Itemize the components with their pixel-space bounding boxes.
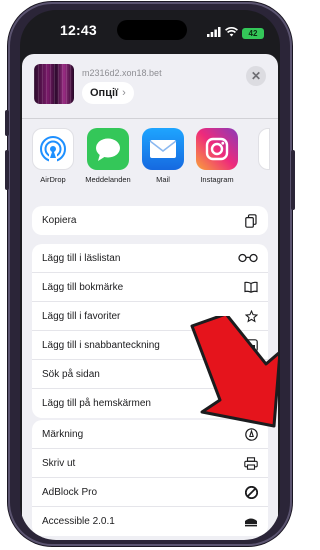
action-adblock-pro[interactable]: AdBlock Pro bbox=[32, 478, 268, 507]
glasses-icon bbox=[238, 251, 258, 265]
status-time: 12:43 bbox=[60, 22, 97, 38]
action-copy[interactable]: Kopiera bbox=[32, 206, 268, 235]
action-label: Lägg till i favoriter bbox=[42, 310, 121, 322]
app-label: Mail bbox=[156, 175, 170, 184]
app-messages[interactable]: Meddelanden bbox=[85, 128, 131, 190]
action-label: Kopiera bbox=[42, 215, 77, 226]
action-label: Accessible 2.0.1 bbox=[42, 516, 115, 527]
printer-icon bbox=[244, 456, 258, 470]
phone-screen: 12:43 42 m2316d2.xon18.bet Опції › ✕ Air… bbox=[20, 10, 280, 540]
action-label: Märkning bbox=[42, 428, 84, 440]
red-arrow-annotation bbox=[190, 316, 278, 428]
share-header: m2316d2.xon18.bet Опції › ✕ bbox=[22, 54, 278, 116]
site-url: m2316d2.xon18.bet bbox=[82, 68, 162, 78]
action-label: Sök på sidan bbox=[42, 368, 100, 380]
wifi-icon bbox=[225, 24, 238, 42]
app-partial[interactable] bbox=[250, 128, 278, 190]
side-button-left-2 bbox=[5, 150, 9, 190]
messages-icon bbox=[87, 128, 129, 170]
action-reading-list[interactable]: Lägg till i läslistan bbox=[32, 244, 268, 273]
extensions-group: Märkning Skriv ut AdBlock Pro Accessible… bbox=[32, 420, 268, 536]
app-label: Meddelanden bbox=[85, 175, 131, 184]
book-icon bbox=[244, 280, 258, 294]
action-add-bookmark[interactable]: Lägg till bokmärke bbox=[32, 273, 268, 302]
app-label: AirDrop bbox=[40, 175, 66, 184]
action-accessible[interactable]: Accessible 2.0.1 bbox=[32, 507, 268, 536]
app-mail[interactable]: Mail bbox=[142, 128, 184, 190]
notes-icon bbox=[258, 128, 270, 170]
action-label: Lägg till i snabbanteckning bbox=[42, 339, 160, 351]
battery-icon: 42 bbox=[242, 27, 264, 39]
chevron-right-icon: › bbox=[122, 87, 126, 99]
action-label: Skriv ut bbox=[42, 457, 76, 469]
dynamic-island bbox=[117, 20, 187, 40]
instagram-icon bbox=[196, 128, 238, 170]
close-button[interactable]: ✕ bbox=[246, 66, 266, 86]
action-label: AdBlock Pro bbox=[42, 486, 98, 498]
action-label: Lägg till i läslistan bbox=[42, 252, 121, 264]
action-label: Lägg till bokmärke bbox=[42, 281, 124, 293]
accessible-icon bbox=[244, 515, 258, 529]
header-divider bbox=[22, 118, 278, 119]
site-thumbnail bbox=[34, 64, 74, 104]
copy-icon bbox=[244, 213, 258, 228]
action-label: Lägg till på hemskärmen bbox=[42, 398, 151, 409]
action-print[interactable]: Skriv ut bbox=[32, 449, 268, 478]
status-icons: 42 bbox=[207, 24, 264, 42]
side-button-right bbox=[291, 150, 295, 210]
share-sheet: m2316d2.xon18.bet Опції › ✕ AirDrop Medd… bbox=[22, 54, 278, 540]
options-label: Опції bbox=[90, 87, 119, 99]
signal-icon bbox=[207, 24, 221, 42]
copy-group: Kopiera bbox=[32, 206, 268, 235]
status-bar: 12:43 42 bbox=[20, 10, 280, 52]
adblock-icon bbox=[244, 485, 258, 499]
app-airdrop[interactable]: AirDrop bbox=[32, 128, 74, 190]
options-button[interactable]: Опції › bbox=[82, 82, 134, 104]
airdrop-icon bbox=[32, 128, 74, 170]
app-instagram[interactable]: Instagram bbox=[196, 128, 238, 190]
app-share-row: AirDrop Meddelanden Mail Instagram bbox=[22, 128, 278, 190]
mail-icon bbox=[142, 128, 184, 170]
side-button-left bbox=[5, 110, 9, 136]
app-label: Instagram bbox=[200, 175, 234, 184]
